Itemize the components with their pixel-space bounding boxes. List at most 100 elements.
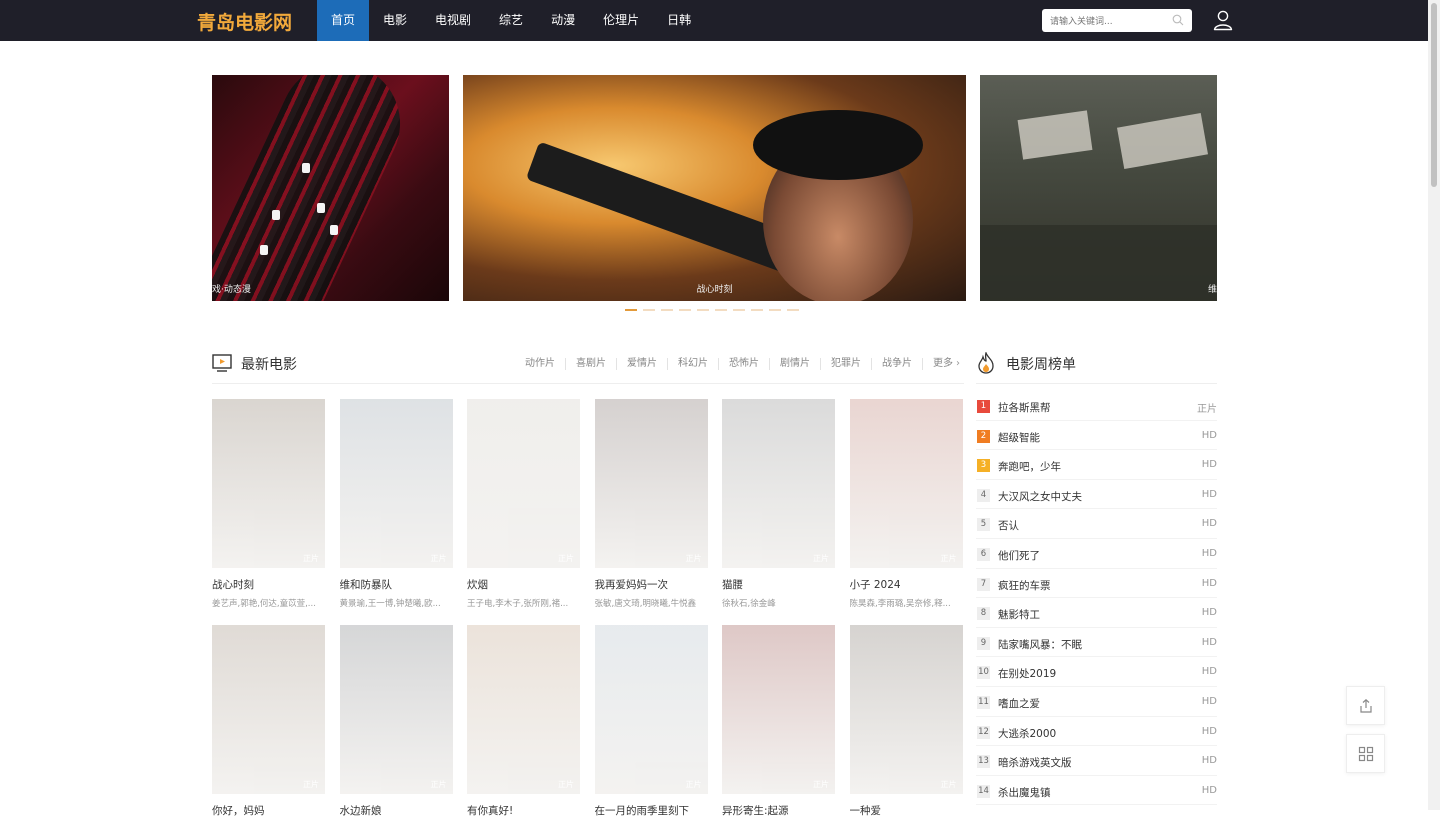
movie-poster[interactable]: 正片 [212, 625, 325, 794]
movie-poster[interactable]: 正片 [339, 399, 453, 568]
movie-poster[interactable]: 正片 [722, 399, 835, 568]
rank-title[interactable]: 暗杀游戏英文版 [998, 755, 1072, 770]
carousel-dot[interactable] [715, 309, 727, 311]
movie-title[interactable]: 我再爱妈妈一次 [595, 577, 708, 592]
ranking-item[interactable]: 6 他们死了 HD [976, 539, 1217, 569]
ranking-item[interactable]: 11 嗜血之爱 HD [976, 687, 1217, 717]
movie-title[interactable]: 战心时刻 [212, 577, 325, 592]
nav-item-anime[interactable]: 动漫 [537, 0, 589, 41]
movie-title[interactable]: 有你真好! [467, 803, 580, 818]
movie-poster[interactable]: 正片 [849, 399, 963, 568]
ranking-item[interactable]: 7 疯狂的车票 HD [976, 569, 1217, 599]
movie-card[interactable]: 正片 我再爱妈妈一次 张敏,唐文琦,明晓曦,牛悦鑫 [594, 399, 708, 609]
movie-poster[interactable]: 正片 [722, 625, 835, 794]
user-icon[interactable] [1212, 9, 1234, 31]
rank-title[interactable]: 疯狂的车票 [998, 578, 1051, 593]
ranking-item[interactable]: 10 在别处2019 HD [976, 657, 1217, 687]
movie-poster[interactable]: 正片 [467, 399, 580, 568]
movie-card[interactable]: 正片 战心时刻 姜艺声,郭艳,何达,童苡萱,... [212, 399, 325, 609]
movie-card[interactable]: 正片 小子 2024 陈昊森,李雨璐,吴奈修,释... [849, 399, 963, 609]
movie-card[interactable]: 正片 维和防暴队 黄景瑜,王一博,钟楚曦,欧... [339, 399, 453, 609]
rank-title[interactable]: 否认 [998, 518, 1019, 533]
scrollbar-thumb[interactable] [1431, 3, 1437, 187]
ranking-item[interactable]: 9 陆家嘴风暴：不眠 HD [976, 628, 1217, 658]
more-link[interactable]: 更多 › [922, 358, 960, 370]
movie-card[interactable]: 正片在一月的雨季里刻下 [594, 625, 708, 818]
rank-title[interactable]: 杀出魔鬼镇 [998, 785, 1051, 800]
rank-title[interactable]: 他们死了 [998, 548, 1040, 563]
carousel-dot[interactable] [697, 309, 709, 311]
carousel-dot[interactable] [679, 309, 691, 311]
rank-title[interactable]: 拉各斯黑帮 [998, 400, 1051, 415]
rank-title[interactable]: 陆家嘴风暴：不眠 [998, 637, 1082, 652]
movie-poster[interactable]: 正片 [594, 399, 708, 568]
nav-item-ethics[interactable]: 伦理片 [589, 0, 653, 41]
movie-poster[interactable]: 正片 [594, 625, 708, 794]
carousel-dot[interactable] [751, 309, 763, 311]
banner-slide-left[interactable]: 戏·动态漫 [212, 75, 449, 301]
movie-card[interactable]: 正片你好，妈妈 [212, 625, 325, 818]
movie-title[interactable]: 炊烟 [467, 577, 580, 592]
ranking-item[interactable]: 2 超级智能 HD [976, 421, 1217, 451]
ranking-item[interactable]: 8 魅影特工 HD [976, 598, 1217, 628]
ranking-item[interactable]: 4 大汉风之女中丈夫 HD [976, 480, 1217, 510]
qrcode-button[interactable] [1346, 734, 1385, 773]
movie-card[interactable]: 正片异形寄生:起源 [722, 625, 835, 818]
rank-title[interactable]: 大逃杀2000 [998, 726, 1056, 741]
carousel-dot[interactable] [769, 309, 781, 311]
ranking-item[interactable]: 13 暗杀游戏英文版 HD [976, 746, 1217, 776]
search-icon[interactable] [1172, 14, 1184, 26]
movie-title[interactable]: 猫腰 [722, 577, 835, 592]
share-button[interactable] [1346, 686, 1385, 725]
nav-item-variety[interactable]: 综艺 [485, 0, 537, 41]
banner-slide-right[interactable]: 维 [980, 75, 1217, 301]
category-link[interactable]: 喜剧片 [565, 358, 616, 370]
movie-title[interactable]: 异形寄生:起源 [722, 803, 835, 818]
carousel-dot[interactable] [625, 309, 637, 311]
movie-poster[interactable]: 正片 [212, 399, 325, 568]
ranking-item[interactable]: 12 大逃杀2000 HD [976, 717, 1217, 747]
category-link[interactable]: 犯罪片 [820, 358, 871, 370]
movie-title[interactable]: 你好，妈妈 [212, 803, 325, 818]
movie-title[interactable]: 水边新娘 [340, 803, 453, 818]
movie-card[interactable]: 正片有你真好! [467, 625, 580, 818]
carousel-dot[interactable] [733, 309, 745, 311]
carousel-dot[interactable] [643, 309, 655, 311]
carousel-dot[interactable] [787, 309, 799, 311]
rank-title[interactable]: 魅影特工 [998, 607, 1040, 622]
movie-title[interactable]: 在一月的雨季里刻下 [595, 803, 708, 818]
rank-title[interactable]: 在别处2019 [998, 666, 1056, 681]
movie-poster[interactable]: 正片 [467, 625, 580, 794]
page-scrollbar[interactable] [1428, 0, 1440, 810]
ranking-item[interactable]: 1 拉各斯黑帮 正片 [976, 391, 1217, 421]
category-link[interactable]: 动作片 [515, 358, 565, 370]
category-link[interactable]: 战争片 [871, 358, 922, 370]
category-link[interactable]: 爱情片 [616, 358, 667, 370]
ranking-item[interactable]: 3 奔跑吧，少年 HD [976, 450, 1217, 480]
nav-item-home[interactable]: 首页 [317, 0, 370, 41]
rank-title[interactable]: 奔跑吧，少年 [998, 459, 1061, 474]
carousel-dot[interactable] [661, 309, 673, 311]
ranking-item[interactable]: 14 杀出魔鬼镇 HD [976, 776, 1217, 806]
category-link[interactable]: 剧情片 [769, 358, 820, 370]
rank-title[interactable]: 嗜血之爱 [998, 696, 1040, 711]
site-logo[interactable]: 青岛电影网 [197, 8, 292, 35]
movie-card[interactable]: 正片 猫腰 徐秋石,徐金峰 [722, 399, 835, 609]
movie-poster[interactable]: 正片 [849, 625, 963, 794]
rank-title[interactable]: 大汉风之女中丈夫 [998, 489, 1082, 504]
movie-poster[interactable]: 正片 [339, 625, 453, 794]
rank-title[interactable]: 超级智能 [998, 430, 1040, 445]
movie-title[interactable]: 维和防暴队 [340, 577, 453, 592]
movie-card[interactable]: 正片 一种爱 [849, 625, 963, 818]
movie-title[interactable]: 一种爱 [850, 803, 963, 818]
nav-item-movie[interactable]: 电影 [369, 0, 421, 41]
category-link[interactable]: 科幻片 [667, 358, 718, 370]
movie-title[interactable]: 小子 2024 [850, 577, 963, 592]
banner-slide-center[interactable]: 战心时刻 [463, 75, 966, 301]
movie-card[interactable]: 正片 水边新娘 [339, 625, 453, 818]
movie-card[interactable]: 正片 炊烟 王子电,李木子,张所刚,褚... [467, 399, 580, 609]
nav-item-jpkr[interactable]: 日韩 [653, 0, 705, 41]
ranking-item[interactable]: 5 否认 HD [976, 509, 1217, 539]
category-link[interactable]: 恐怖片 [718, 358, 769, 370]
search-input[interactable] [1042, 10, 1167, 34]
